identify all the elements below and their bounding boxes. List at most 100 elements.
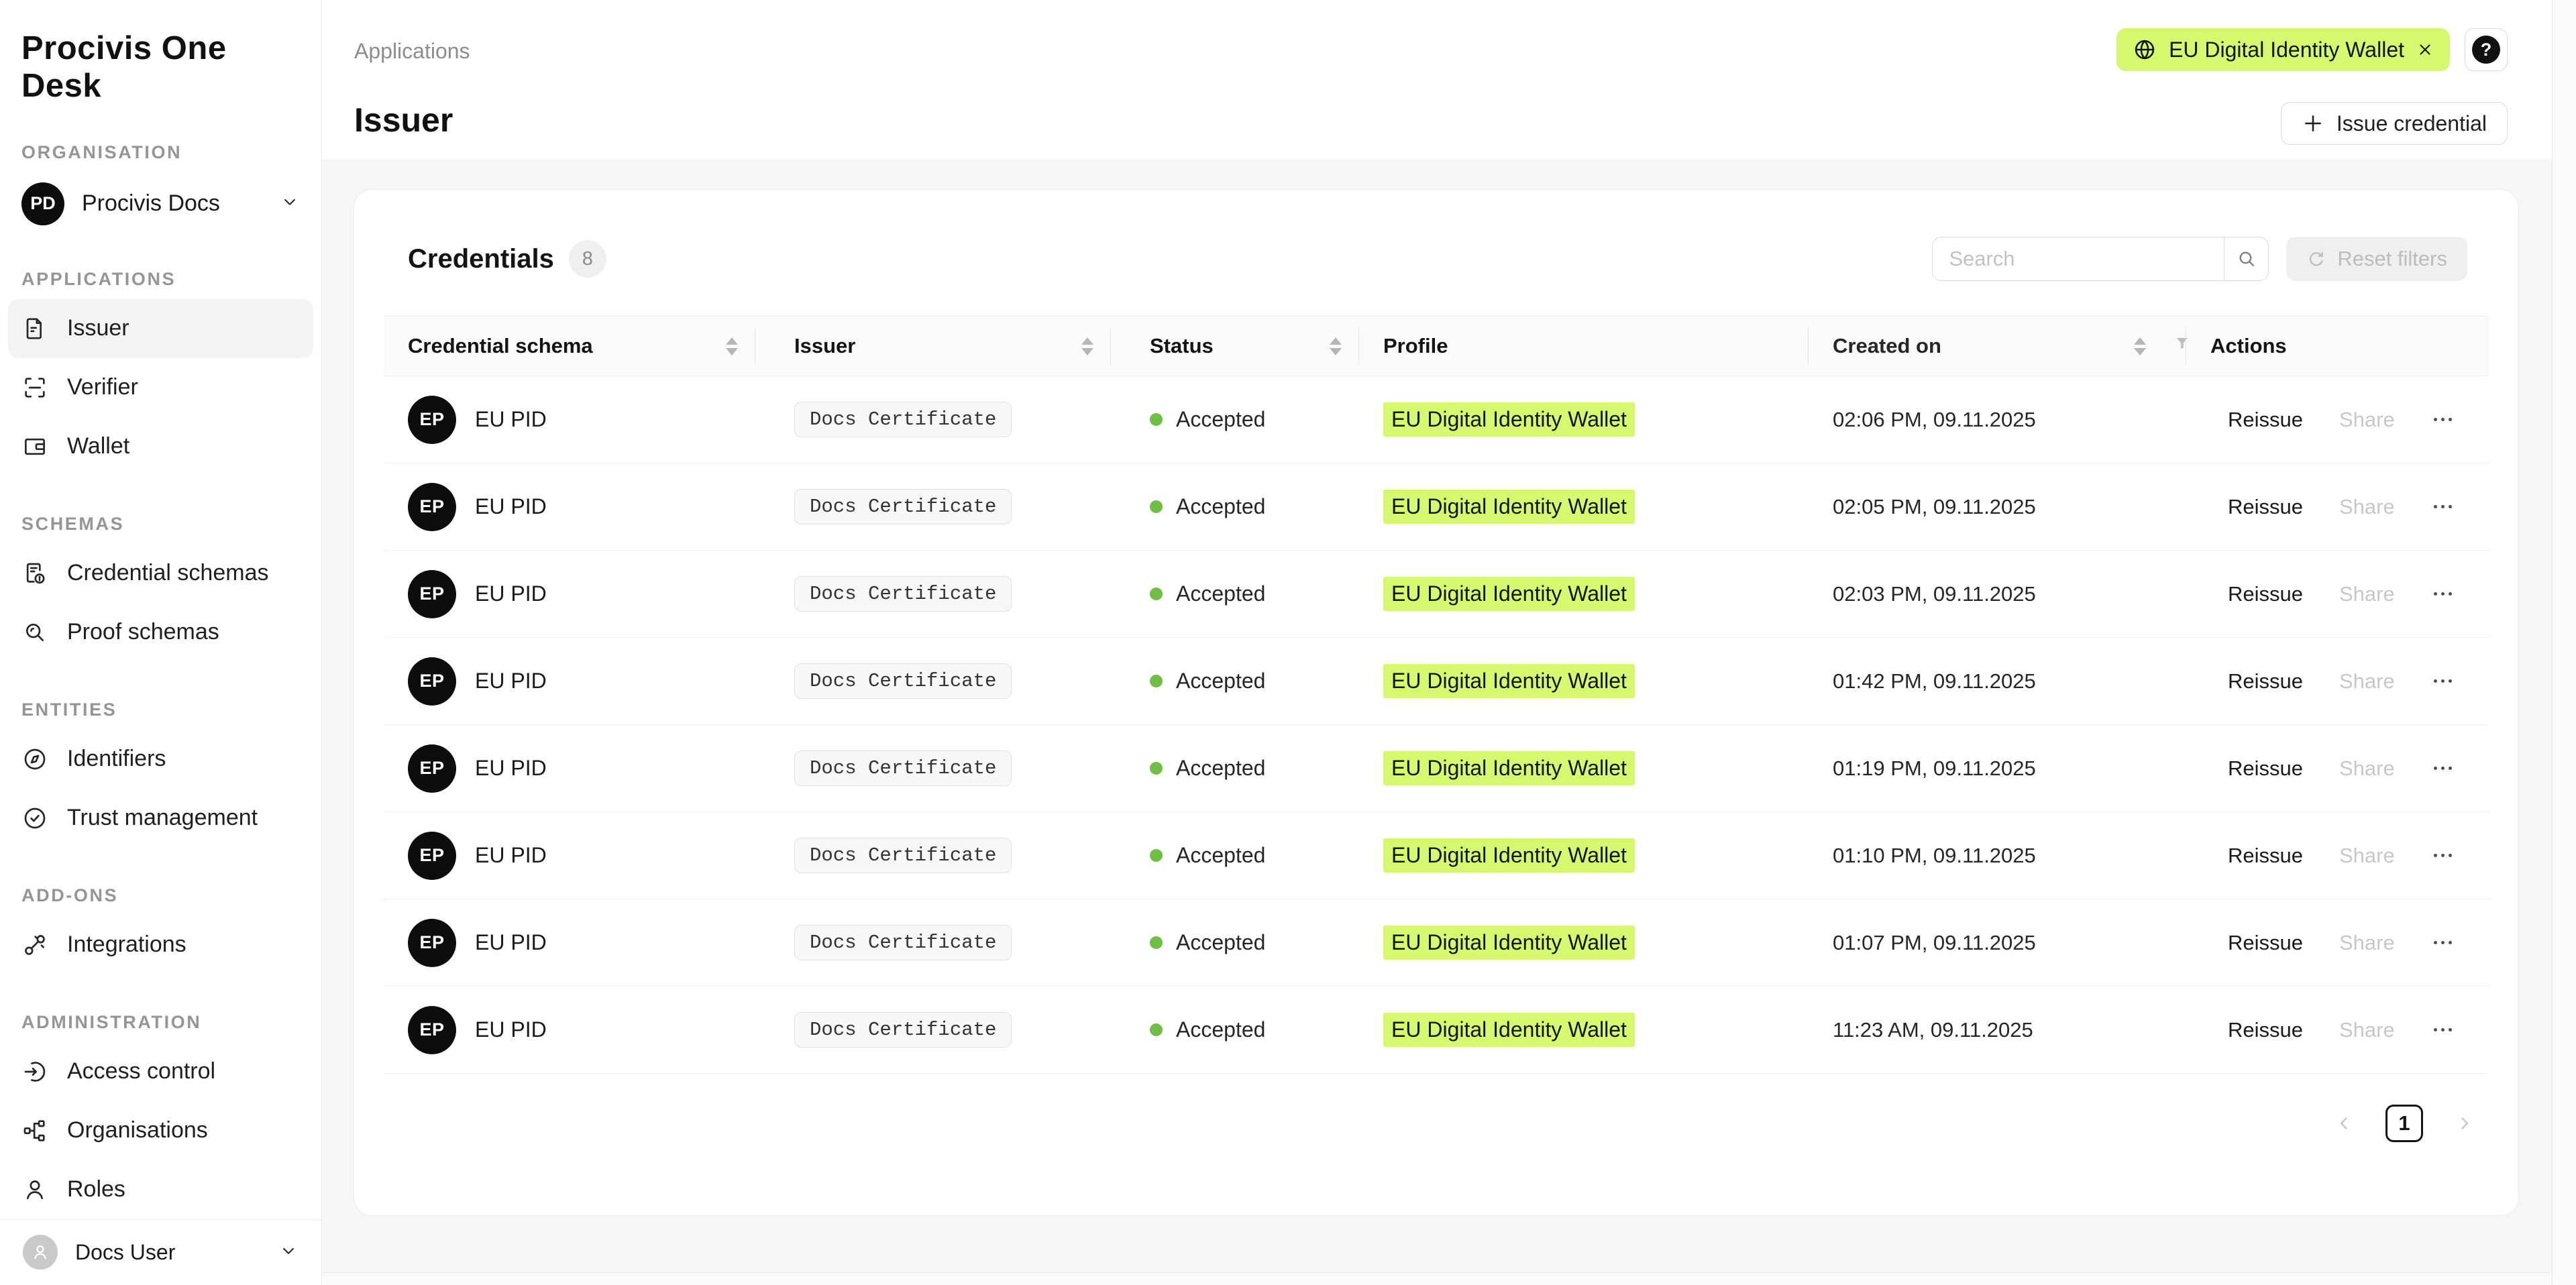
- reissue-button[interactable]: Reissue: [2228, 931, 2303, 955]
- sidebar-item-label: Proof schemas: [67, 619, 219, 645]
- reissue-button[interactable]: Reissue: [2228, 495, 2303, 519]
- profile-badge: EU Digital Identity Wallet: [1383, 664, 1635, 698]
- status-dot: [1150, 413, 1163, 426]
- column-header-created-on[interactable]: Created on: [1809, 317, 2186, 376]
- check-circle-icon: [21, 805, 48, 832]
- topbar: Applications EU Digital Identity Wallet …: [322, 0, 2576, 159]
- status-text: Accepted: [1176, 407, 1265, 432]
- issuer-tag: Docs Certificate: [794, 489, 1012, 524]
- table-row[interactable]: EPEU PID Docs Certificate Accepted EU Di…: [384, 638, 2489, 725]
- plus-icon: [2302, 112, 2324, 135]
- search-icon[interactable]: [2224, 237, 2268, 280]
- column-header-status[interactable]: Status: [1111, 317, 1359, 376]
- column-header-actions: Actions: [2186, 317, 2489, 376]
- column-header-issuer[interactable]: Issuer: [755, 317, 1111, 376]
- table-row[interactable]: EPEU PID Docs Certificate Accepted EU Di…: [384, 376, 2489, 463]
- user-menu[interactable]: Docs User: [0, 1219, 321, 1285]
- breadcrumb[interactable]: Applications: [354, 39, 470, 64]
- share-button[interactable]: Share: [2339, 495, 2395, 519]
- share-button[interactable]: Share: [2339, 582, 2395, 606]
- column-header-credential-schema[interactable]: Credential schema: [384, 317, 755, 376]
- status-dot: [1150, 1023, 1163, 1036]
- credential-schema-name: EU PID: [475, 756, 547, 781]
- share-button[interactable]: Share: [2339, 408, 2395, 432]
- table-controls: Reset filters: [1932, 237, 2467, 281]
- status-text: Accepted: [1176, 669, 1265, 693]
- person-icon: [21, 1176, 48, 1203]
- page-number-button[interactable]: 1: [2385, 1105, 2423, 1142]
- sidebar-item-trust-management[interactable]: Trust management: [8, 789, 313, 848]
- sort-icon[interactable]: [1330, 337, 1342, 355]
- sidebar-item-roles[interactable]: Roles: [8, 1160, 313, 1219]
- share-button[interactable]: Share: [2339, 931, 2395, 955]
- more-actions-button[interactable]: [2431, 760, 2455, 777]
- more-actions-button[interactable]: [2431, 1021, 2455, 1038]
- profile-filter-chip[interactable]: EU Digital Identity Wallet: [2116, 28, 2450, 71]
- reissue-button[interactable]: Reissue: [2228, 844, 2303, 868]
- issuer-tag: Docs Certificate: [794, 838, 1012, 873]
- table-row[interactable]: EPEU PID Docs Certificate Accepted EU Di…: [384, 725, 2489, 812]
- column-label: Issuer: [794, 334, 855, 358]
- chevron-left-icon[interactable]: [2333, 1113, 2355, 1134]
- sidebar-item-label: Trust management: [67, 805, 258, 831]
- table-row[interactable]: EPEU PID Docs Certificate Accepted EU Di…: [384, 551, 2489, 638]
- sidebar-item-identifiers[interactable]: Identifiers: [8, 730, 313, 789]
- issue-credential-button[interactable]: Issue credential: [2281, 102, 2508, 145]
- section-label-entities: ENTITIES: [21, 700, 300, 720]
- sidebar-item-credential-schemas[interactable]: Credential schemas: [8, 544, 313, 603]
- more-actions-button[interactable]: [2431, 673, 2455, 689]
- org-chart-icon: [21, 1117, 48, 1144]
- table-row[interactable]: EPEU PID Docs Certificate Accepted EU Di…: [384, 463, 2489, 551]
- more-actions-button[interactable]: [2431, 411, 2455, 428]
- nav-schemas: Credential schemas Proof schemas: [0, 544, 321, 662]
- table-row[interactable]: EPEU PID Docs Certificate Accepted EU Di…: [384, 812, 2489, 899]
- sort-icon[interactable]: [1081, 337, 1093, 355]
- sidebar-item-verifier[interactable]: Verifier: [8, 358, 313, 417]
- search-box: [1932, 237, 2269, 281]
- app-window: Procivis One Desk ORGANISATION PD Prociv…: [0, 0, 2576, 1285]
- reissue-button[interactable]: Reissue: [2228, 1018, 2303, 1042]
- share-button[interactable]: Share: [2339, 669, 2395, 693]
- sidebar-item-label: Roles: [67, 1176, 125, 1203]
- more-actions-button[interactable]: [2431, 585, 2455, 602]
- created-on: 01:19 PM, 09.11.2025: [1833, 757, 2036, 781]
- issuer-tag: Docs Certificate: [794, 402, 1012, 437]
- table-row[interactable]: EPEU PID Docs Certificate Accepted EU Di…: [384, 987, 2489, 1074]
- help-button[interactable]: ?: [2465, 28, 2508, 71]
- share-button[interactable]: Share: [2339, 757, 2395, 781]
- reissue-button[interactable]: Reissue: [2228, 408, 2303, 432]
- scrollbar-gutter[interactable]: [2552, 0, 2576, 1285]
- reissue-button[interactable]: Reissue: [2228, 582, 2303, 606]
- more-actions-button[interactable]: [2431, 934, 2455, 951]
- column-label: Credential schema: [408, 334, 593, 358]
- organisation-switcher[interactable]: PD Procivis Docs: [8, 176, 313, 231]
- more-actions-button[interactable]: [2431, 847, 2455, 864]
- sidebar-item-wallet[interactable]: Wallet: [8, 417, 313, 476]
- share-button[interactable]: Share: [2339, 844, 2395, 868]
- table-row[interactable]: EPEU PID Docs Certificate Accepted EU Di…: [384, 899, 2489, 987]
- column-label: Created on: [1833, 334, 1941, 358]
- reset-filters-button[interactable]: Reset filters: [2286, 237, 2467, 281]
- sidebar-item-issuer[interactable]: Issuer: [8, 299, 313, 358]
- sidebar-item-access-control[interactable]: Access control: [8, 1042, 313, 1101]
- reissue-button[interactable]: Reissue: [2228, 669, 2303, 693]
- share-button[interactable]: Share: [2339, 1018, 2395, 1042]
- close-icon[interactable]: [2416, 41, 2434, 58]
- sort-icon[interactable]: [2134, 337, 2146, 355]
- chevron-down-icon: [280, 192, 300, 215]
- sidebar-item-integrations[interactable]: Integrations: [8, 915, 313, 974]
- credential-schema-icon: [21, 560, 48, 587]
- reissue-button[interactable]: Reissue: [2228, 757, 2303, 781]
- credential-avatar: EP: [408, 396, 456, 444]
- caret-down-icon: [2134, 348, 2146, 355]
- sort-icon[interactable]: [726, 337, 738, 355]
- sidebar-item-proof-schemas[interactable]: Proof schemas: [8, 603, 313, 662]
- column-header-profile[interactable]: Profile: [1359, 317, 1809, 376]
- search-input[interactable]: [1933, 237, 2224, 280]
- chevron-right-icon[interactable]: [2454, 1113, 2475, 1134]
- sidebar-item-organisations[interactable]: Organisations: [8, 1101, 313, 1160]
- credential-avatar: EP: [408, 919, 456, 967]
- more-actions-button[interactable]: [2431, 498, 2455, 515]
- created-on: 01:07 PM, 09.11.2025: [1833, 931, 2036, 955]
- caret-up-icon: [1330, 337, 1342, 345]
